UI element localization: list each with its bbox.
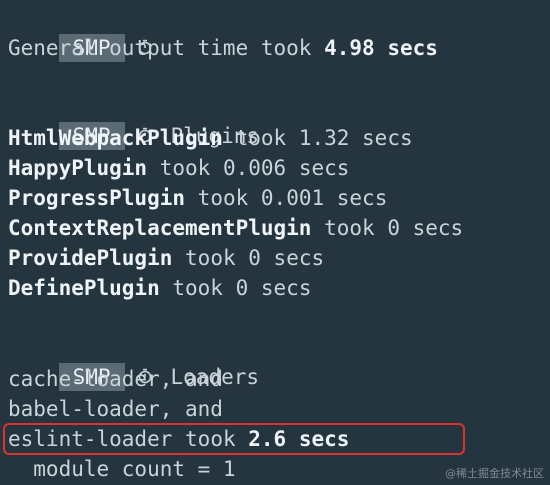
- general-output-value: 4.98 secs: [324, 36, 438, 60]
- plugin-line: HtmlWebpackPlugin took 1.32 secs: [8, 124, 413, 152]
- loaders-header: SMP Loaders: [8, 335, 259, 391]
- watermark: @稀土掘金技术社区: [445, 467, 544, 480]
- took-word: took: [197, 186, 249, 210]
- took-word: took: [159, 156, 211, 180]
- loader-line: babel-loader, and: [8, 395, 223, 423]
- plugin-name: ContextReplacementPlugin: [8, 216, 312, 240]
- took-word: took: [172, 276, 223, 300]
- plugin-name: HtmlWebpackPlugin: [8, 126, 223, 150]
- highlight-box: [3, 423, 465, 455]
- plugins-header: SMP Plugins: [8, 94, 259, 150]
- plugin-line: ProgressPlugin took 0.001 secs: [8, 184, 387, 212]
- plugin-line: ContextReplacementPlugin took 0 secs: [8, 214, 463, 242]
- terminal-window: SMP General output time took 4.98 secs S…: [0, 0, 550, 485]
- plugin-time: 0 secs: [387, 216, 464, 240]
- took-word: took: [260, 36, 312, 60]
- plugin-time: 1.32 secs: [298, 126, 413, 150]
- plugin-name: ProvidePlugin: [8, 246, 173, 270]
- module-count-text: module count = 1: [8, 457, 236, 481]
- plugin-name: HappyPlugin: [8, 156, 148, 180]
- module-count-line: module count = 1: [8, 455, 236, 483]
- loader-line: cache-loader, and: [8, 365, 223, 393]
- plugin-line: DefinePlugin took 0 secs: [8, 274, 311, 302]
- plugin-time: 0.006 secs: [222, 156, 350, 180]
- plugin-time: 0 secs: [248, 246, 325, 270]
- took-word: took: [185, 246, 236, 270]
- general-output-label: General output time: [8, 36, 249, 60]
- loader-text: cache-loader, and: [8, 367, 223, 391]
- general-output-line: General output time took 4.98 secs: [8, 34, 438, 62]
- plugin-time: 0.001 secs: [260, 186, 388, 210]
- took-word: took: [235, 126, 287, 150]
- plugin-line: HappyPlugin took 0.006 secs: [8, 154, 349, 182]
- plugin-name: DefinePlugin: [8, 276, 160, 300]
- smp-header: SMP: [8, 6, 171, 62]
- plugin-name: ProgressPlugin: [8, 186, 186, 210]
- took-word: took: [324, 216, 375, 240]
- plugin-time: 0 secs: [235, 276, 312, 300]
- loader-text: babel-loader, and: [8, 397, 223, 421]
- plugin-line: ProvidePlugin took 0 secs: [8, 244, 324, 272]
